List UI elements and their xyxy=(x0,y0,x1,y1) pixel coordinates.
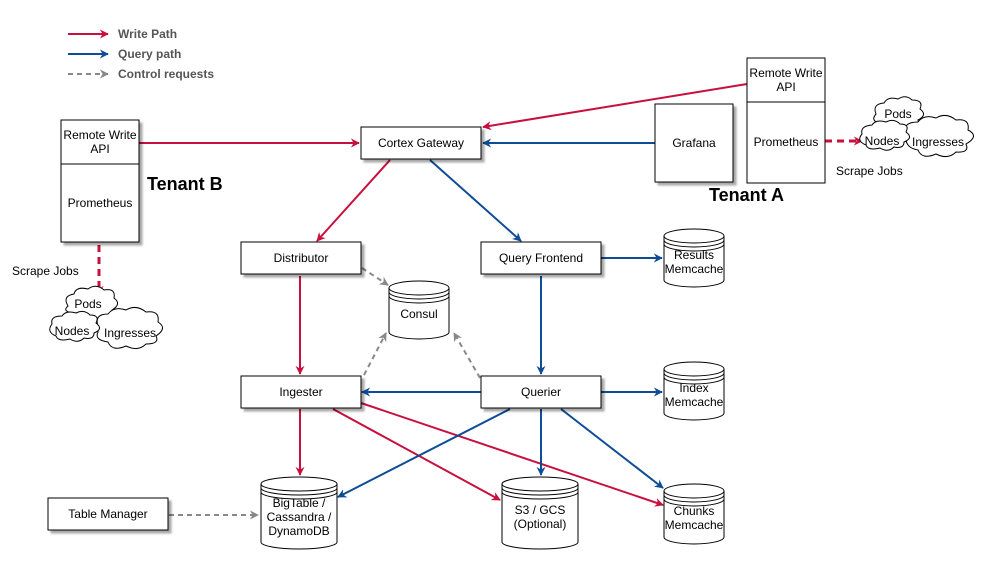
legend-item-control: Control requests xyxy=(68,67,214,81)
store-label: Chunks xyxy=(674,504,715,518)
edge-querier-to-consul xyxy=(453,332,481,379)
cylinder-top xyxy=(663,361,725,377)
edge-gateway-to-distributor xyxy=(316,159,391,242)
index-memcache-store[interactable]: IndexMemcache xyxy=(663,361,725,421)
edge-gateway-to-query-frontend xyxy=(429,159,522,242)
store-label: S3 / GCS xyxy=(515,503,566,517)
cylinder-top xyxy=(388,280,450,296)
legend-label: Write Path xyxy=(118,27,177,41)
consul-store[interactable]: Consul xyxy=(388,280,450,340)
query-frontend-label: Query Frontend xyxy=(499,251,583,265)
cortex-gateway-node[interactable]: Cortex Gateway xyxy=(360,126,482,160)
tenant-a-label: Tenant A xyxy=(709,185,784,205)
legend-label: Query path xyxy=(118,47,181,61)
remote-write-api-label: API xyxy=(776,80,795,94)
cloud-label: Ingresses xyxy=(912,135,964,149)
cylinder-top xyxy=(663,483,725,499)
querier-label: Querier xyxy=(521,385,561,399)
cylinder-top xyxy=(260,476,338,492)
cloud-nodes-icon: Nodes xyxy=(859,119,910,151)
remote-write-api-label: Remote Write xyxy=(63,128,136,142)
cloud-label: Nodes xyxy=(55,324,90,338)
querier-node[interactable]: Querier xyxy=(480,375,602,409)
legend-item-write: Write Path xyxy=(68,27,177,41)
table-manager-label: Table Manager xyxy=(68,507,147,521)
store-label: Consul xyxy=(400,307,437,321)
edge-distributor-to-consul xyxy=(361,267,389,286)
cloud-ingresses-icon: Ingresses xyxy=(96,306,163,350)
distributor-label: Distributor xyxy=(274,251,329,265)
gateway-label: Cortex Gateway xyxy=(378,136,464,150)
store-label: (Optional) xyxy=(514,517,567,531)
grafana-label: Grafana xyxy=(672,136,716,150)
cloud-label: Nodes xyxy=(865,134,900,148)
distributor-node[interactable]: Distributor xyxy=(240,241,362,275)
tenant-b-label: Tenant B xyxy=(147,174,223,194)
tenant-a-scrape-targets: Pods Ingresses Nodes xyxy=(859,96,974,158)
store-label: BigTable / xyxy=(273,496,326,510)
query-frontend-node[interactable]: Query Frontend xyxy=(480,241,602,275)
grafana-node[interactable]: Grafana xyxy=(654,103,734,183)
cloud-label: Ingresses xyxy=(104,326,156,340)
cylinder-top xyxy=(501,476,579,492)
bigtable-store[interactable]: BigTable /Cassandra /DynamoDB xyxy=(260,476,338,550)
cloud-label: Pods xyxy=(884,107,911,121)
scrape-jobs-label: Scrape Jobs xyxy=(12,264,79,278)
store-label: Memcache xyxy=(665,395,724,409)
tenant-b-scrape-targets: Pods Ingresses Nodes xyxy=(49,285,163,350)
remote-write-api-label: API xyxy=(90,142,109,156)
store-label: Memcache xyxy=(665,518,724,532)
chunks-memcache-store[interactable]: ChunksMemcache xyxy=(663,483,725,545)
legend-item-query: Query path xyxy=(68,47,181,61)
table-manager-node[interactable]: Table Manager xyxy=(47,497,169,531)
architecture-diagram: Write Path Query path Control requests R… xyxy=(12,27,974,550)
legend-label: Control requests xyxy=(118,67,214,81)
cloud-label: Pods xyxy=(74,297,101,311)
edge-querier-to-bigtable xyxy=(337,408,511,498)
ingester-node[interactable]: Ingester xyxy=(240,375,362,409)
store-label: Memcache xyxy=(665,262,724,276)
s3-store[interactable]: S3 / GCS(Optional) xyxy=(501,476,579,550)
remote-write-api-label: Remote Write xyxy=(749,66,822,80)
ingester-label: Ingester xyxy=(279,385,322,399)
tenant-b-prometheus[interactable]: Remote Write API Prometheus xyxy=(60,119,140,243)
cloud-nodes-icon: Nodes xyxy=(49,310,100,342)
store-label: DynamoDB xyxy=(268,524,329,538)
store-label: Results xyxy=(674,248,714,262)
legend: Write Path Query path Control requests xyxy=(68,27,214,81)
store-label: Cassandra / xyxy=(267,510,332,524)
edge-ingester-to-consul xyxy=(363,332,387,376)
prometheus-label: Prometheus xyxy=(68,196,133,210)
tenant-a-prometheus[interactable]: Remote Write API Prometheus xyxy=(746,57,826,184)
store-label: Index xyxy=(679,381,708,395)
cloud-ingresses-icon: Ingresses xyxy=(904,114,974,158)
scrape-jobs-label: Scrape Jobs xyxy=(836,164,903,178)
prometheus-label: Prometheus xyxy=(754,135,819,149)
cylinder-top xyxy=(663,228,725,244)
results-memcache-store[interactable]: ResultsMemcache xyxy=(663,228,725,288)
